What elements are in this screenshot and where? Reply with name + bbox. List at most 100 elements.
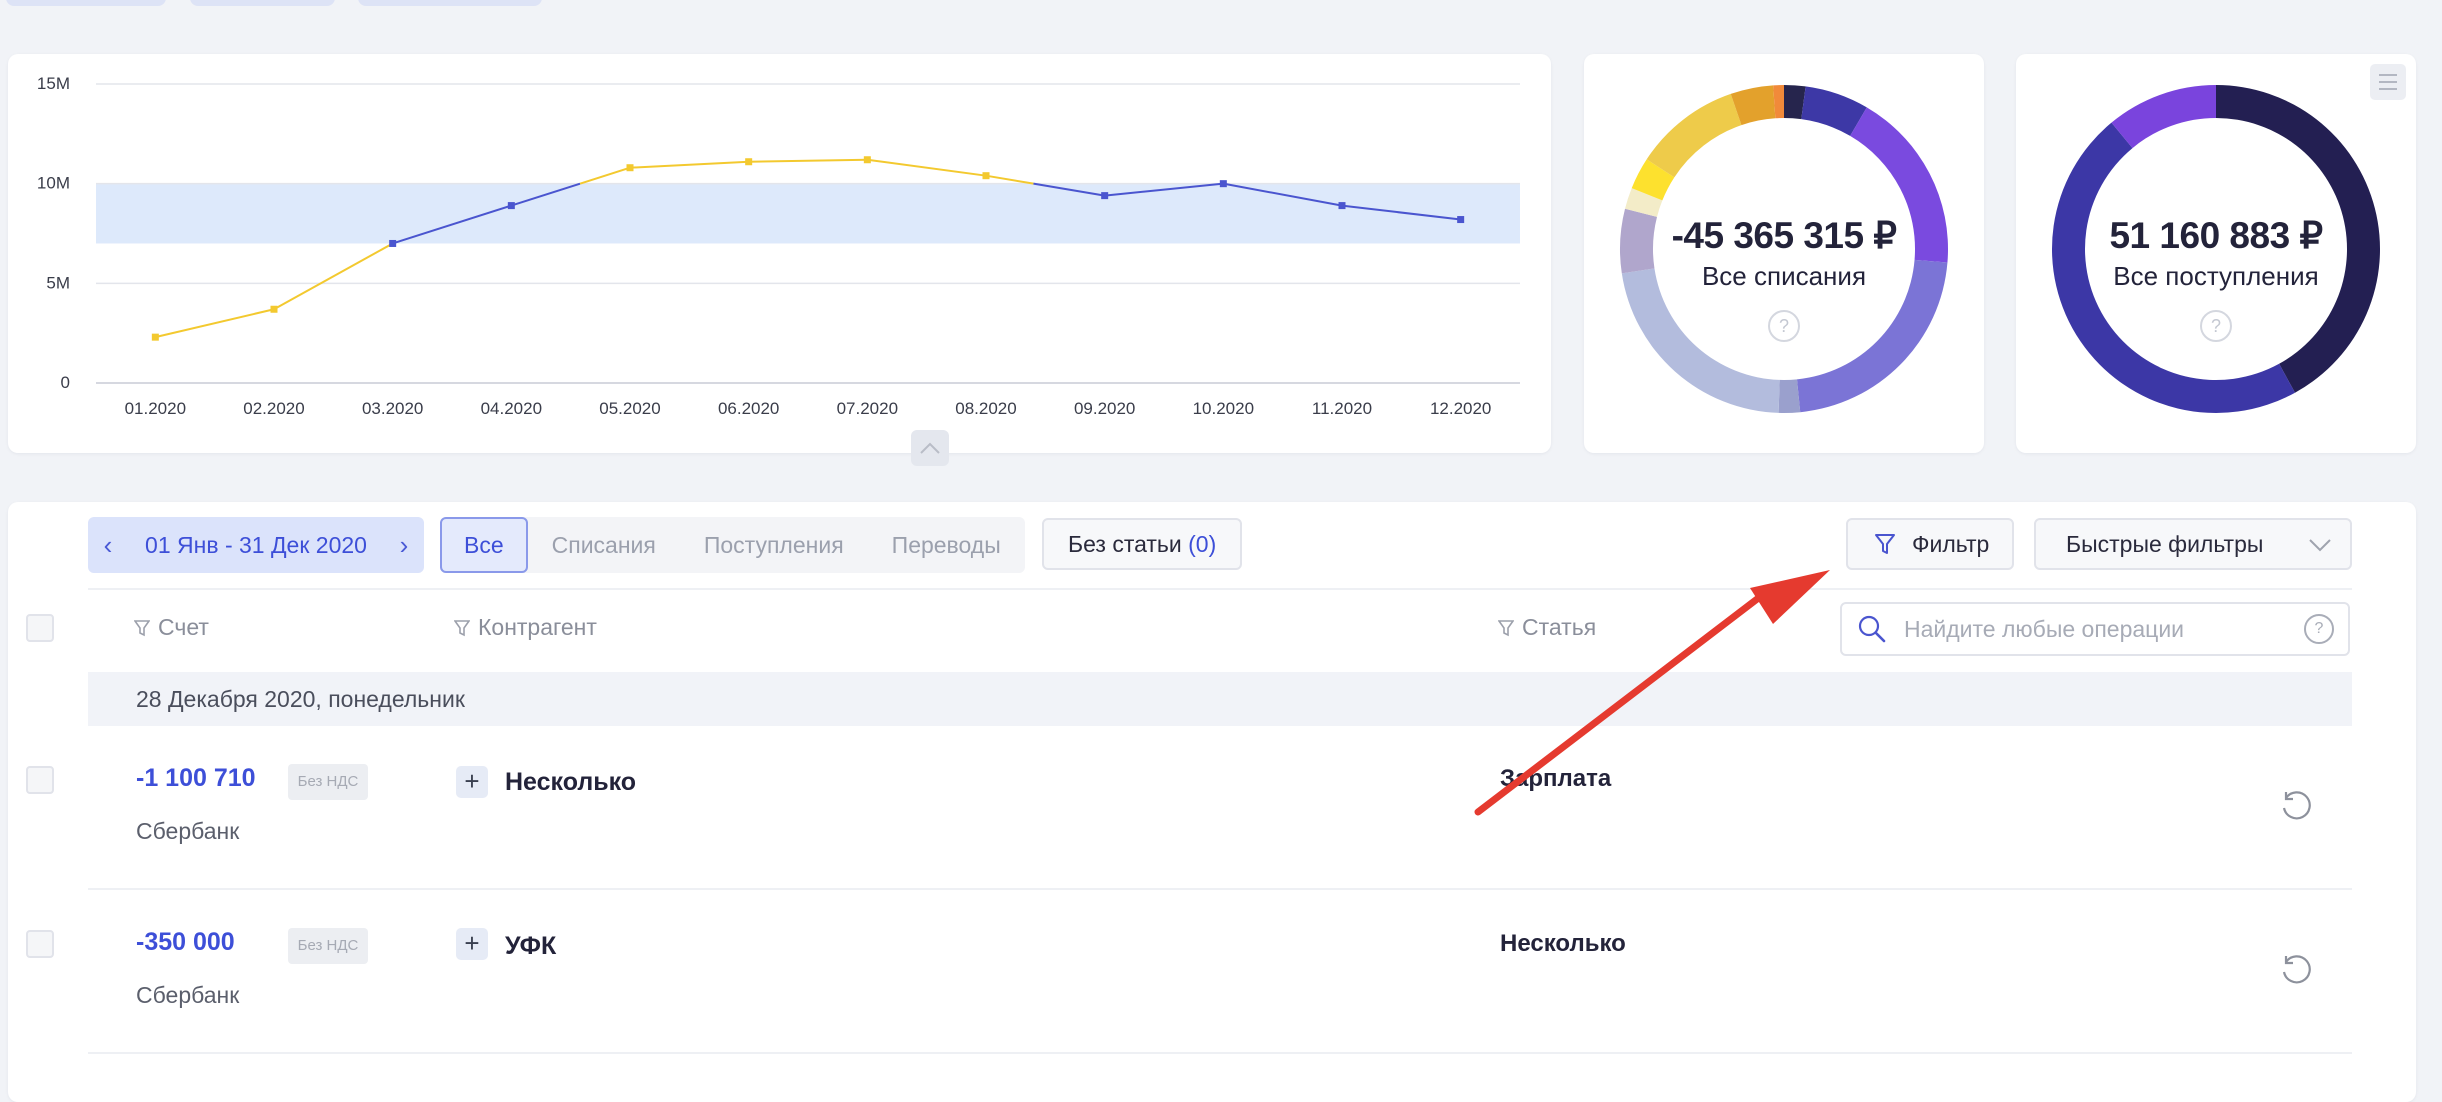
column-account[interactable]: Счет	[134, 614, 209, 641]
chevron-left-icon[interactable]: ‹	[88, 517, 128, 573]
x-tick-label: 09.2020	[1074, 399, 1135, 418]
operation-amount[interactable]: -350 000	[136, 928, 235, 957]
y-tick-label: 10M	[37, 174, 70, 193]
no-article-count: (0)	[1188, 530, 1217, 557]
article-name[interactable]: Несколько	[1500, 930, 1626, 958]
y-tick-label: 0	[61, 373, 70, 392]
quick-filters-dropdown[interactable]: Быстрые фильтры	[2034, 518, 2352, 570]
data-point	[863, 156, 871, 164]
funnel-icon[interactable]	[454, 619, 470, 637]
question-icon[interactable]: ?	[2304, 614, 2334, 644]
data-point	[1457, 216, 1465, 224]
select-all-checkbox[interactable]	[26, 614, 54, 642]
x-tick-label: 12.2020	[1430, 399, 1491, 418]
data-point	[151, 333, 159, 341]
data-point	[389, 239, 397, 247]
hamburger-menu-icon[interactable]	[2370, 64, 2406, 100]
date-range-text[interactable]: 01 Янв - 31 Дек 2020	[128, 532, 384, 559]
expenses-total: -45 365 315 ₽	[1671, 215, 1897, 256]
line-chart: 15M 10M 5M 0 01.2020 02.2020 03.2020 04.2020 05.…	[37, 74, 1520, 418]
data-point	[270, 305, 278, 313]
row-divider	[88, 1052, 2352, 1054]
series-line-segment	[629, 160, 749, 169]
donut-slice	[1646, 93, 1742, 178]
tab-all[interactable]: Все	[440, 517, 528, 573]
funnel-icon[interactable]	[1498, 619, 1514, 637]
search-field[interactable]: ?	[1840, 602, 2350, 656]
series-line-segment	[867, 158, 987, 177]
funnel-icon[interactable]	[134, 619, 150, 637]
search-input[interactable]	[1902, 614, 2304, 644]
target-band	[96, 183, 1520, 244]
top-tab-pill-1[interactable]	[6, 0, 166, 6]
operations-panel	[8, 502, 2416, 1102]
top-tab-pill-3[interactable]	[358, 0, 542, 6]
x-tick-label: 08.2020	[955, 399, 1016, 418]
plus-icon[interactable]: +	[456, 766, 488, 798]
counterparty-name[interactable]: Несколько	[505, 768, 636, 797]
question-icon[interactable]: ?	[2200, 310, 2232, 342]
chevron-right-icon[interactable]: ›	[384, 517, 424, 573]
data-point	[745, 158, 753, 166]
restore-icon[interactable]	[2276, 950, 2316, 990]
data-point	[982, 172, 990, 180]
x-tick-label: 06.2020	[718, 399, 779, 418]
no-article-label: Без статьи	[1068, 530, 1182, 557]
filter-label: Фильтр	[1912, 530, 1990, 557]
income-total: 51 160 883 ₽	[2109, 215, 2323, 256]
counterparty-name[interactable]: УФК	[505, 932, 556, 961]
tab-income[interactable]: Поступления	[680, 517, 868, 573]
series-line-segment	[985, 174, 1034, 185]
series-line-segment	[155, 308, 275, 339]
x-tick-label: 04.2020	[481, 399, 542, 418]
bank-name: Сбербанк	[136, 818, 240, 844]
series-line-segment	[579, 166, 631, 185]
x-tick-label: 11.2020	[1312, 399, 1372, 418]
income-center: 51 160 883 ₽ Все поступления ?	[2086, 214, 2346, 342]
expenses-center: -45 365 315 ₽ Все списания ?	[1654, 214, 1914, 342]
funnel-icon	[1875, 534, 1895, 554]
row-divider	[88, 888, 2352, 890]
data-point	[1101, 192, 1109, 200]
series-line-segment	[273, 242, 394, 311]
data-point	[1338, 202, 1346, 210]
restore-icon[interactable]	[2276, 786, 2316, 826]
filter-button[interactable]: Фильтр	[1846, 518, 2014, 570]
x-tick-label: 07.2020	[837, 399, 898, 418]
tab-transfers[interactable]: Переводы	[868, 517, 1025, 573]
chevron-down-icon	[2309, 539, 2331, 552]
row-checkbox[interactable]	[26, 766, 54, 794]
quick-filters-label: Быстрые фильтры	[2066, 530, 2264, 557]
no-article-button[interactable]: Без статьи (0)	[1042, 518, 1243, 570]
x-tick-label: 03.2020	[362, 399, 423, 418]
line-chart-card: 15M 10M 5M 0 01.2020 02.2020 03.2020 04.2020 05.…	[8, 54, 1551, 453]
donut-slice	[2111, 85, 2216, 149]
column-article-label: Статья	[1522, 614, 1597, 640]
top-tab-pill-2[interactable]	[190, 0, 335, 6]
plus-icon[interactable]: +	[456, 928, 488, 960]
data-point	[1219, 180, 1227, 188]
y-tick-label: 5M	[46, 273, 70, 292]
x-tick-label: 10.2020	[1193, 399, 1254, 418]
y-tick-label: 15M	[37, 74, 70, 93]
x-tick-label: 01.2020	[125, 399, 186, 418]
column-article[interactable]: Статья	[1498, 614, 1596, 641]
chevron-up-icon	[920, 442, 940, 454]
column-counterparty[interactable]: Контрагент	[454, 614, 597, 641]
column-account-label: Счет	[158, 614, 209, 640]
income-donut-card: 51 160 883 ₽ Все поступления ?	[2016, 54, 2416, 453]
question-icon[interactable]: ?	[1768, 310, 1800, 342]
search-icon	[1858, 615, 1886, 643]
date-range-picker[interactable]: ‹ 01 Янв - 31 Дек 2020 ›	[88, 517, 424, 573]
bank-name: Сбербанк	[136, 982, 240, 1008]
tab-expenses[interactable]: Списания	[528, 517, 680, 573]
x-tick-label: 02.2020	[243, 399, 304, 418]
data-point	[507, 202, 515, 210]
date-group-header: 28 Декабря 2020, понедельник	[88, 672, 2352, 726]
expenses-label: Все списания	[1701, 261, 1867, 291]
collapse-chart-button[interactable]	[911, 430, 949, 466]
article-name[interactable]: Зарплата	[1500, 765, 1611, 793]
toolbar-divider	[88, 588, 2352, 590]
operation-amount[interactable]: -1 100 710	[136, 764, 256, 793]
row-checkbox[interactable]	[26, 930, 54, 958]
